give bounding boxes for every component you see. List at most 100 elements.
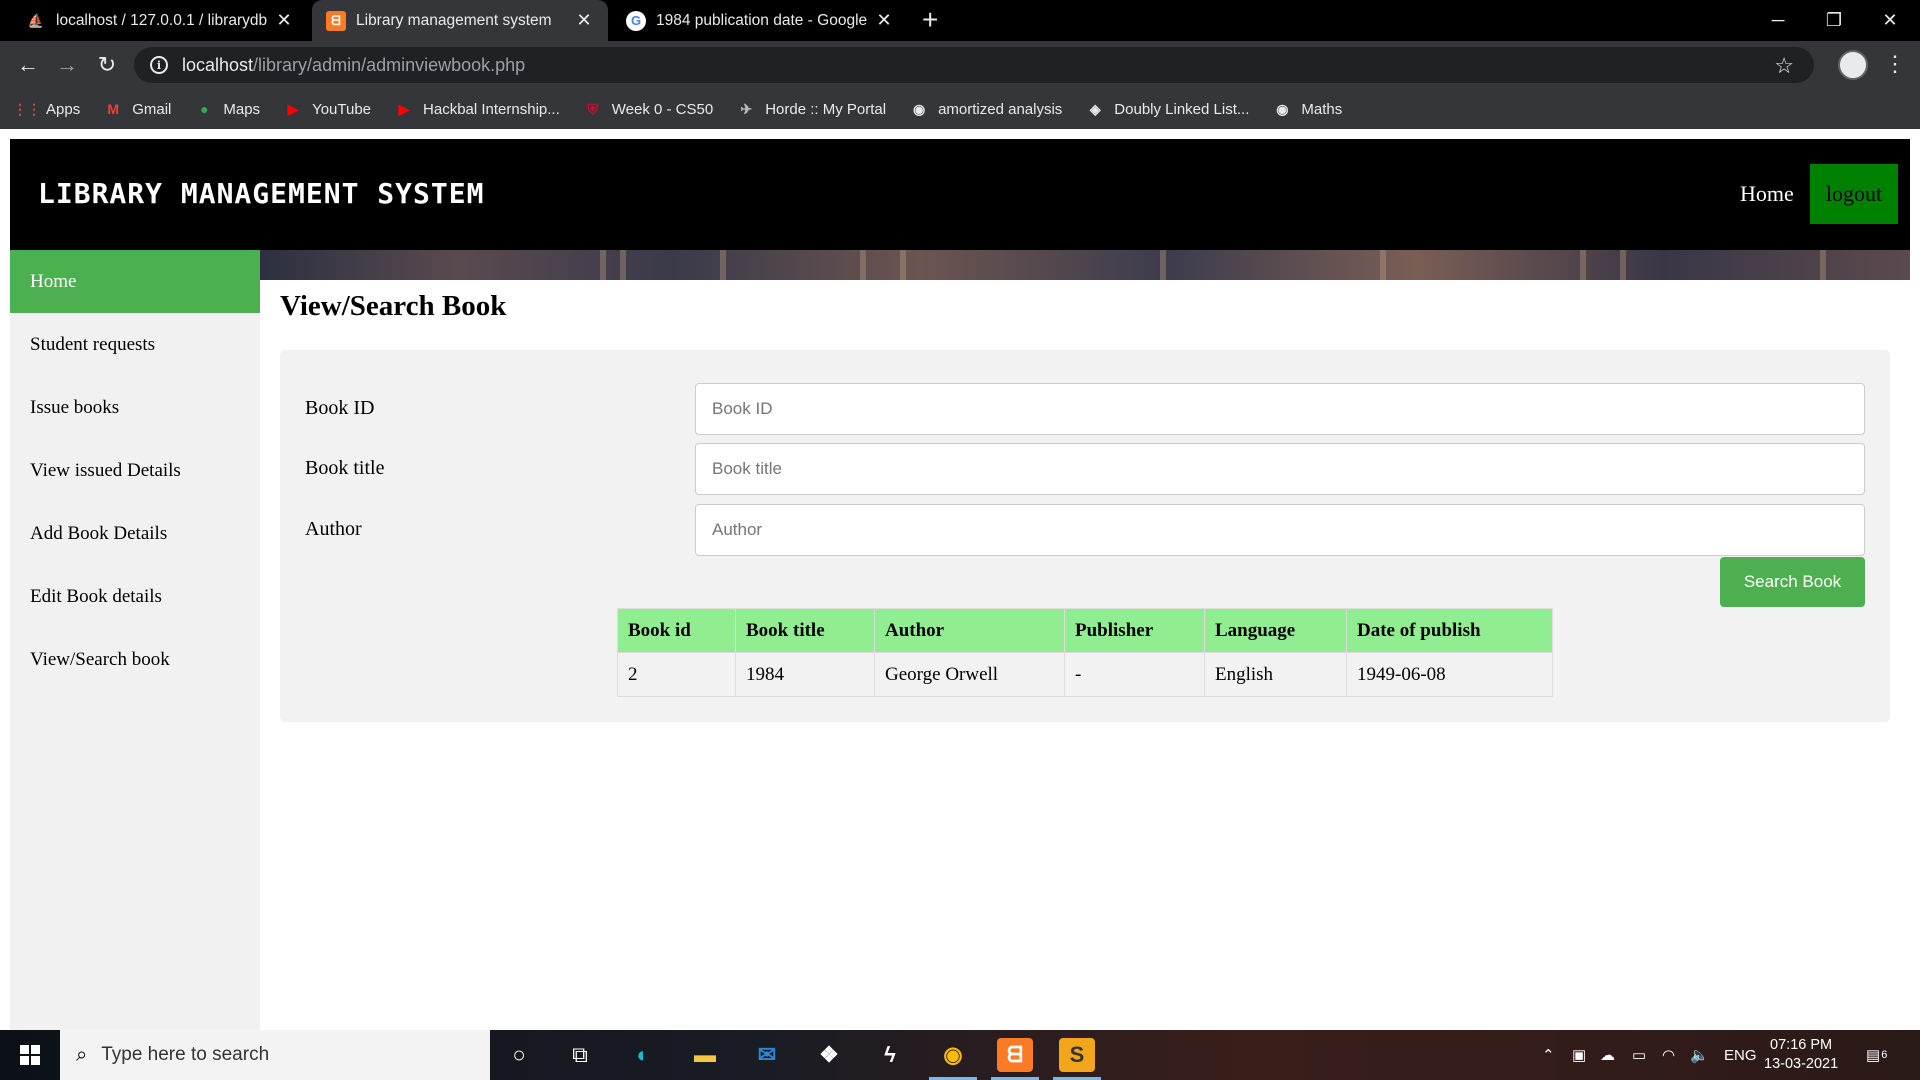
address-bar[interactable]: i localhost/library/admin/adminviewbook.… [134,47,1814,83]
search-book-button[interactable]: Search Book [1720,557,1865,607]
bookmark-youtube[interactable]: ▶ YouTube [284,100,371,118]
sidebar-item-view-search-book[interactable]: View/Search book [10,628,260,691]
bookmark-star-icon[interactable]: ☆ [1774,53,1794,79]
browser-tab-strip: ⛵ localhost / 127.0.0.1 / librarydb / ✕ … [0,0,1920,41]
task-view-icon[interactable]: ⧉ [562,1038,598,1072]
table-row: 2 1984 George Orwell - English 1949-06-0… [617,652,1553,697]
sidebar-item-edit-book-details[interactable]: Edit Book details [10,565,260,628]
notification-center-icon: ▤ [1866,1047,1881,1064]
sublime-text-icon[interactable]: S [1053,1038,1101,1080]
show-hidden-icons[interactable]: ⌃ [1542,1030,1555,1080]
author-label: Author [305,518,362,540]
globe-icon: ◉ [912,100,926,117]
bookmark-label: Horde :: My Portal [765,100,887,118]
forward-icon[interactable]: → [53,51,81,79]
edge-icon[interactable]: ◐ [625,1038,661,1072]
tab-phpmyadmin[interactable]: ⛵ localhost / 127.0.0.1 / librarydb / ✕ [12,0,308,41]
bookmark-amortized[interactable]: ◉ amortized analysis [910,100,1062,118]
taskbar-search-box[interactable]: ⌕ Type here to search [60,1030,490,1080]
sidebar-item-view-issued-details[interactable]: View issued Details [10,439,260,502]
bookmark-label: Apps [46,100,81,118]
globe-icon: ◉ [1276,100,1289,117]
author-input[interactable] [695,504,1865,556]
column-header-book-id: Book id [617,608,736,653]
bookmark-label: YouTube [312,100,372,118]
bookmark-label: Gmail [132,100,172,118]
language-indicator[interactable]: ENG [1724,1030,1757,1080]
chrome-icon[interactable]: ◉ [929,1038,977,1080]
bookmark-label: Maps [223,100,261,118]
minimize-icon[interactable]: ─ [1750,0,1806,41]
bookmark-label: Doubly Linked List... [1114,100,1250,118]
file-explorer-icon[interactable]: ▬ [687,1038,723,1072]
sidebar-item-add-book-details[interactable]: Add Book Details [10,502,260,565]
logout-button[interactable]: logout [1810,164,1898,224]
clock-date: 13-03-2021 [1764,1056,1839,1072]
book-id-label: Book ID [305,397,375,419]
system-clock[interactable]: 07:16 PM 13-03-2021 [1764,1036,1838,1074]
restore-icon[interactable]: ❐ [1806,0,1862,41]
browser-menu-icon[interactable]: ⋮ [1884,51,1906,77]
search-panel: Book ID Book title Author Search Book Bo… [280,350,1890,722]
header-banner-image [260,250,1910,280]
table-header-row: Book id Book title Author Publisher Lang… [617,608,1553,653]
windows-logo-icon [20,1045,40,1065]
start-button[interactable] [0,1030,60,1080]
cortana-icon[interactable]: ○ [501,1038,537,1072]
geeks-icon: ◈ [1089,100,1101,117]
youtube-icon: ▶ [287,100,299,117]
xampp-icon: ᗺ [326,10,346,31]
bookmark-label: Hackbal Internship... [423,100,560,118]
bookmark-apps[interactable]: ⋮⋮ Apps [13,100,81,118]
dropbox-icon[interactable]: ❖ [811,1038,847,1072]
browser-toolbar: ← → ↻ i localhost/library/admin/adminvie… [0,41,1920,89]
bookmark-hackbal[interactable]: ▶ Hackbal Internship... [395,100,560,118]
close-tab-icon[interactable]: ✕ [574,10,594,31]
bookmark-maths[interactable]: ◉ Maths [1273,100,1342,118]
bookmark-gmail[interactable]: M Gmail [104,100,171,118]
meet-now-icon[interactable]: ▣ [1572,1030,1586,1080]
cell-date-of-publish: 1949-06-08 [1346,652,1553,697]
google-icon: G [626,10,646,31]
sidebar-item-issue-books[interactable]: Issue books [10,376,260,439]
column-header-publisher: Publisher [1064,608,1205,653]
onedrive-icon[interactable]: ☁ [1600,1030,1615,1080]
results-table: Book id Book title Author Publisher Lang… [617,608,1553,697]
battery-icon[interactable]: ▭ [1632,1030,1646,1080]
reload-icon[interactable]: ↻ [93,51,121,79]
column-header-book-title: Book title [735,608,875,653]
new-tab-icon[interactable]: + [922,4,938,36]
book-title-label: Book title [305,457,385,479]
notification-icon[interactable]: ▤ 6 [1866,1030,1887,1080]
notification-count: 6 [1881,1049,1888,1061]
tab-library-management[interactable]: ᗺ Library management system ✕ [312,0,608,41]
tab-google-search[interactable]: G 1984 publication date - Google S ✕ [612,0,908,41]
bolt-app-icon[interactable]: ϟ [872,1038,908,1072]
tab-title: Library management system [356,11,552,29]
bookmark-doubly-linked[interactable]: ◈ Doubly Linked List... [1086,100,1249,118]
close-window-icon[interactable]: ✕ [1862,0,1918,41]
profile-avatar[interactable] [1838,50,1868,80]
maps-pin-icon: ● [200,101,209,117]
bookmark-maps[interactable]: ● Maps [195,100,260,118]
gmail-icon: M [107,101,120,117]
close-tab-icon[interactable]: ✕ [274,10,294,31]
back-icon[interactable]: ← [14,51,42,79]
book-id-input[interactable] [695,383,1865,435]
column-header-language: Language [1204,608,1347,653]
bookmark-cs50[interactable]: ⛨ Week 0 - CS50 [584,100,714,118]
bookmark-horde[interactable]: ✈ Horde :: My Portal [737,100,886,118]
sidebar-item-home[interactable]: Home [10,250,260,313]
mail-icon[interactable]: ✉ [749,1038,785,1072]
nav-home-link[interactable]: Home [1740,181,1794,207]
close-tab-icon[interactable]: ✕ [874,10,894,31]
xampp-icon[interactable]: ᗺ [991,1038,1039,1080]
youtube-icon: ▶ [398,100,410,117]
volume-icon[interactable]: 🔈 [1690,1030,1709,1080]
wifi-icon[interactable]: ◠ [1662,1030,1675,1080]
harvard-shield-icon: ⛨ [587,100,599,117]
bookmark-label: Maths [1301,100,1343,118]
book-title-input[interactable] [695,443,1865,495]
site-info-icon[interactable]: i [150,56,168,74]
sidebar-item-student-requests[interactable]: Student requests [10,313,260,376]
